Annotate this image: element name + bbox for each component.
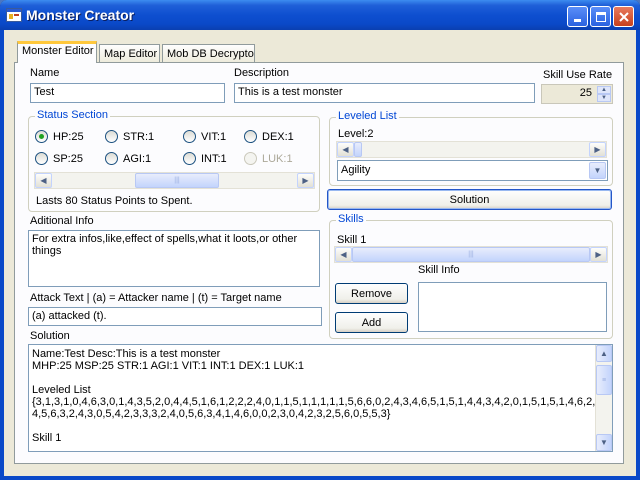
chevron-down-icon[interactable]: ▼ (589, 162, 606, 179)
tab-map-editor[interactable]: Map Editor (99, 44, 160, 64)
radio-sp[interactable]: SP:25 (35, 152, 83, 165)
level-label: Level:2 (338, 128, 374, 140)
level-scrollbar[interactable]: ◀ ▶ (336, 141, 607, 158)
radio-dex-label: DEX:1 (262, 130, 294, 143)
radio-sp-label: SP:25 (53, 152, 83, 165)
radio-hp[interactable]: HP:25 (35, 130, 84, 143)
minimize-button[interactable] (567, 6, 588, 27)
scroll-up-icon[interactable]: ▲ (596, 345, 612, 362)
status-points-text: Lasts 80 Status Points to Spent. (36, 195, 193, 207)
scroll-down-icon[interactable]: ▼ (596, 434, 612, 451)
radio-checked-icon (35, 130, 48, 143)
radio-int-label: INT:1 (201, 152, 227, 165)
radio-icon (105, 130, 118, 143)
name-field[interactable]: Test (30, 83, 225, 103)
scroll-thumb[interactable] (354, 142, 362, 157)
solution-scrollbar[interactable]: ▲ ≡ ▼ (595, 345, 612, 451)
solution-line: Leveled List (32, 384, 91, 396)
radio-luk: LUK:1 (244, 152, 293, 165)
skills-title: Skills (336, 213, 366, 225)
window-frame-right (636, 30, 640, 480)
window-title: Monster Creator (26, 7, 135, 23)
radio-luk-label: LUK:1 (262, 152, 293, 165)
attack-text-label: Attack Text | (a) = Attacker name | (t) … (30, 292, 282, 304)
solution-line: 4,5,6,3,2,4,3,0,5,4,2,3,3,3,2,4,0,5,6,3,… (32, 408, 391, 420)
radio-agi-label: AGI:1 (123, 152, 152, 165)
radio-dex[interactable]: DEX:1 (244, 130, 294, 143)
additional-info-field[interactable]: For extra infos,like,effect of spells,wh… (28, 230, 320, 287)
radio-icon (183, 152, 196, 165)
name-label: Name (30, 67, 60, 79)
scroll-right-icon[interactable]: ▶ (297, 173, 314, 188)
solution-line: Name:Test Desc:This is a test monster (32, 348, 221, 360)
window-frame-bottom (0, 476, 640, 480)
additional-info-label: Aditional Info (30, 215, 94, 227)
leveled-list-title: Leveled List (336, 110, 399, 122)
tab-mob-db-decrypto[interactable]: Mob DB Decrypto (162, 44, 255, 64)
description-field[interactable]: This is a test monster (234, 83, 535, 103)
stepper-down-icon[interactable]: ▼ (597, 94, 611, 102)
skill-use-rate-label: Skill Use Rate (543, 69, 613, 81)
solution-line: Skill 1 (32, 432, 62, 444)
leveled-list-select-value: Agility (341, 164, 371, 176)
scroll-left-icon[interactable]: ◀ (337, 142, 354, 157)
radio-icon (244, 152, 257, 165)
scroll-left-icon[interactable]: ◀ (35, 173, 52, 188)
solution-button[interactable]: Solution (327, 189, 612, 210)
radio-int[interactable]: INT:1 (183, 152, 227, 165)
scroll-thumb[interactable]: ||| (135, 173, 219, 188)
add-button[interactable]: Add (335, 312, 408, 333)
solution-line: {3,1,3,1,0,4,6,3,0,1,4,3,5,2,0,4,4,5,1,6… (32, 396, 605, 408)
leveled-list-select[interactable]: Agility ▼ (337, 160, 608, 181)
radio-icon (35, 152, 48, 165)
radio-str-label: STR:1 (123, 130, 155, 143)
scroll-thumb[interactable]: ≡ (596, 365, 612, 395)
solution-label: Solution (30, 330, 70, 342)
status-section-title: Status Section (35, 109, 110, 121)
radio-icon (105, 152, 118, 165)
solution-line (32, 420, 606, 432)
radio-vit[interactable]: VIT:1 (183, 130, 226, 143)
close-icon (618, 11, 629, 22)
scroll-right-icon[interactable]: ▶ (589, 142, 606, 157)
radio-hp-label: HP:25 (53, 130, 84, 143)
skill-info-field[interactable] (418, 282, 607, 332)
radio-agi[interactable]: AGI:1 (105, 152, 151, 165)
scroll-thumb[interactable]: ||| (352, 247, 590, 262)
radio-icon (244, 130, 257, 143)
minimize-icon (573, 18, 581, 22)
description-label: Description (234, 67, 290, 79)
scroll-right-icon[interactable]: ▶ (590, 247, 607, 262)
close-button[interactable] (613, 6, 634, 27)
attack-text-field[interactable]: (a) attacked (t). (28, 307, 322, 326)
radio-vit-label: VIT:1 (201, 130, 227, 143)
app-window: Monster Creator Monster Editor Map Edito… (0, 0, 640, 480)
skill-info-label: Skill Info (418, 264, 460, 276)
stepper-up-icon[interactable]: ▲ (597, 86, 611, 94)
radio-str[interactable]: STR:1 (105, 130, 154, 143)
status-scrollbar[interactable]: ◀ ||| ▶ (34, 172, 315, 189)
maximize-button[interactable] (590, 6, 611, 27)
skill-label: Skill 1 (337, 234, 367, 246)
radio-icon (183, 130, 196, 143)
form-app-icon[interactable] (6, 8, 22, 22)
solution-line: MHP:25 MSP:25 STR:1 AGI:1 VIT:1 INT:1 DE… (32, 360, 305, 372)
solution-line (32, 372, 606, 384)
skill-scrollbar[interactable]: ◀ ||| ▶ (334, 246, 608, 263)
solution-output-text: Name:Test Desc:This is a test monster MH… (29, 345, 609, 451)
tab-monster-editor[interactable]: Monster Editor (17, 41, 97, 63)
remove-button[interactable]: Remove (335, 283, 408, 304)
title-bar[interactable]: Monster Creator (0, 0, 640, 30)
maximize-icon (595, 11, 606, 22)
scroll-left-icon[interactable]: ◀ (335, 247, 352, 262)
